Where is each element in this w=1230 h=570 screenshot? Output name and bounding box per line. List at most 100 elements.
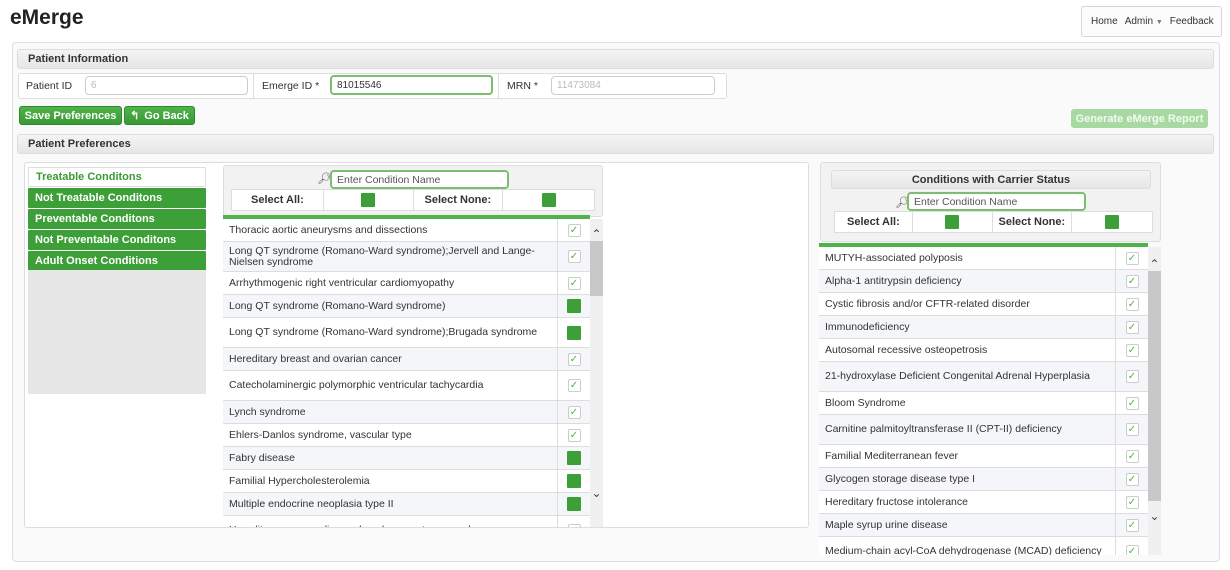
carrier-search-input[interactable]: Enter Condition Name [907,192,1086,211]
carrier-condition-checkbox-cell: ✓ [1116,339,1148,361]
category-not-treatable[interactable]: Not Treatable Conditons [28,188,206,208]
chevron-up-icon[interactable]: ⌃ [1148,257,1161,271]
category-preventable[interactable]: Preventable Conditons [28,209,206,229]
chevron-up-icon[interactable]: ⌃ [590,227,603,241]
carrier-select-none-checkbox[interactable] [1105,215,1120,229]
condition-row: Long QT syndrome (Romano-Ward syndrome);… [223,318,590,348]
patient-info-title: Patient Information [28,53,129,65]
carrier-condition-checkbox-cell: ✓ [1116,316,1148,338]
conditions-scrollbar[interactable]: ⌃ ⌄ [590,219,603,527]
condition-name: Lynch syndrome [223,401,558,423]
mrn-field[interactable]: 11473084 [551,76,715,95]
carrier-condition-checkbox-cell: ✓ [1116,247,1148,269]
scroll-thumb[interactable] [1148,271,1161,501]
carrier-condition-checkbox-cell: ✓ [1116,392,1148,414]
chevron-down-icon[interactable]: ⌄ [590,486,603,500]
condition-name: Multiple endocrine neoplasia type II [223,493,558,515]
category-treatable[interactable]: Treatable Conditons [28,167,206,187]
go-back-button[interactable]: ↰ Go Back [124,106,195,125]
checkmark-icon[interactable]: ✓ [567,379,581,392]
condition-checkbox-cell: ✓ [558,242,590,271]
checkmark-icon[interactable]: ✓ [1125,320,1139,334]
condition-row: Long QT syndrome (Romano-Ward syndrome) [223,295,590,318]
top-nav: Home Admin ▼ Feedback [1081,6,1222,37]
selected-checkbox[interactable] [567,451,581,465]
carrier-scrollbar[interactable]: ⌃ ⌄ [1148,247,1161,555]
condition-row: Arrhythmogenic right ventricular cardiom… [223,272,590,295]
condition-name: Fabry disease [223,447,558,469]
field-divider [253,74,254,98]
carrier-conditions-list: MUTYH-associated polyposis ✓ Alpha-1 antit… [819,243,1148,555]
chevron-down-icon[interactable]: ⌄ [1148,509,1161,523]
emerge-id-field[interactable]: 81015546 [330,75,493,95]
carrier-select-none-cell [1072,212,1152,232]
condition-row: Long QT syndrome (Romano-Ward syndrome);… [223,242,590,272]
carrier-condition-row: Immunodeficiency ✓ [819,316,1148,339]
checkmark-icon[interactable]: ✓ [1125,297,1139,311]
condition-checkbox-cell: ✓ [558,219,590,241]
condition-row: Hereditary breast and ovarian cancer ✓ [223,348,590,371]
carrier-condition-checkbox-cell: ✓ [1116,362,1148,391]
checkmark-icon[interactable]: ✓ [567,524,581,527]
selected-checkbox[interactable] [567,299,581,313]
checkmark-icon[interactable]: ✓ [1125,423,1139,436]
selected-checkbox[interactable] [567,474,581,488]
carrier-condition-name: Autosomal recessive osteopetrosis [819,339,1116,361]
scroll-thumb[interactable] [590,241,603,296]
checkmark-icon[interactable]: ✓ [1125,343,1139,357]
select-none-checkbox[interactable] [541,193,556,207]
carrier-condition-row: MUTYH-associated polyposis ✓ [819,247,1148,270]
carrier-select-all-cell [913,212,993,232]
checkmark-icon[interactable]: ✓ [567,428,581,442]
carrier-condition-name: Glycogen storage disease type I [819,468,1116,490]
checkmark-icon[interactable]: ✓ [1125,251,1139,265]
carrier-condition-name: Cystic fibrosis and/or CFTR-related diso… [819,293,1116,315]
condition-search-input[interactable]: Enter Condition Name [330,170,509,189]
nav-admin-menu[interactable]: Admin ▼ [1125,16,1163,27]
checkmark-icon[interactable]: ✓ [1125,370,1139,383]
carrier-panel-header: Conditions with Carrier Status [831,170,1151,189]
go-back-label: Go Back [144,109,189,122]
checkmark-icon[interactable]: ✓ [1125,396,1139,410]
carrier-condition-row: Autosomal recessive osteopetrosis ✓ [819,339,1148,362]
carrier-condition-row: Hereditary fructose intolerance ✓ [819,491,1148,514]
condition-row: Hereditary paraganglioma-pheochromocytom… [223,516,590,527]
checkmark-icon[interactable]: ✓ [567,250,581,263]
checkmark-icon[interactable]: ✓ [567,223,581,237]
category-adult-onset[interactable]: Adult Onset Conditions [28,251,206,271]
nav-home-link[interactable]: Home [1091,16,1118,27]
select-all-checkbox[interactable] [361,193,376,207]
carrier-condition-checkbox-cell: ✓ [1116,537,1148,555]
save-preferences-button[interactable]: Save Preferences [19,106,122,125]
carrier-condition-name: Alpha-1 antitrypsin deficiency [819,270,1116,292]
checkmark-icon[interactable]: ✓ [1125,545,1139,555]
carrier-condition-checkbox-cell: ✓ [1116,445,1148,467]
carrier-select-none-label: Select None: [993,212,1073,232]
checkmark-icon[interactable]: ✓ [1125,472,1139,486]
condition-name: Long QT syndrome (Romano-Ward syndrome) [223,295,558,317]
carrier-condition-name: Immunodeficiency [819,316,1116,338]
selected-checkbox[interactable] [567,325,581,340]
checkmark-icon[interactable]: ✓ [567,276,581,290]
selected-checkbox[interactable] [567,497,581,511]
carrier-select-all-label: Select All: [835,212,913,232]
checkmark-icon[interactable]: ✓ [567,352,581,366]
category-list: Treatable Conditons Not Treatable Condit… [28,167,206,272]
checkmark-icon[interactable]: ✓ [1125,274,1139,288]
category-not-preventable[interactable]: Not Preventable Conditons [28,230,206,250]
app-logo: eMerge [10,6,84,29]
carrier-condition-checkbox-cell: ✓ [1116,415,1148,444]
nav-admin-label: Admin [1124,16,1154,27]
carrier-select-all-checkbox[interactable] [945,215,960,229]
checkmark-icon[interactable]: ✓ [1125,518,1139,532]
patient-id-field[interactable]: 6 [85,76,248,95]
condition-name: Hereditary breast and ovarian cancer [223,348,558,370]
checkmark-icon[interactable]: ✓ [1125,449,1139,463]
checkmark-icon[interactable]: ✓ [567,405,581,419]
generate-report-button[interactable]: Generate eMerge Report [1071,109,1208,128]
checkmark-icon[interactable]: ✓ [1125,495,1139,509]
category-panel-filler [28,270,206,394]
nav-feedback-link[interactable]: Feedback [1170,16,1214,27]
condition-name: Hereditary paraganglioma-pheochromocytom… [223,516,558,527]
condition-name: Arrhythmogenic right ventricular cardiom… [223,272,558,294]
